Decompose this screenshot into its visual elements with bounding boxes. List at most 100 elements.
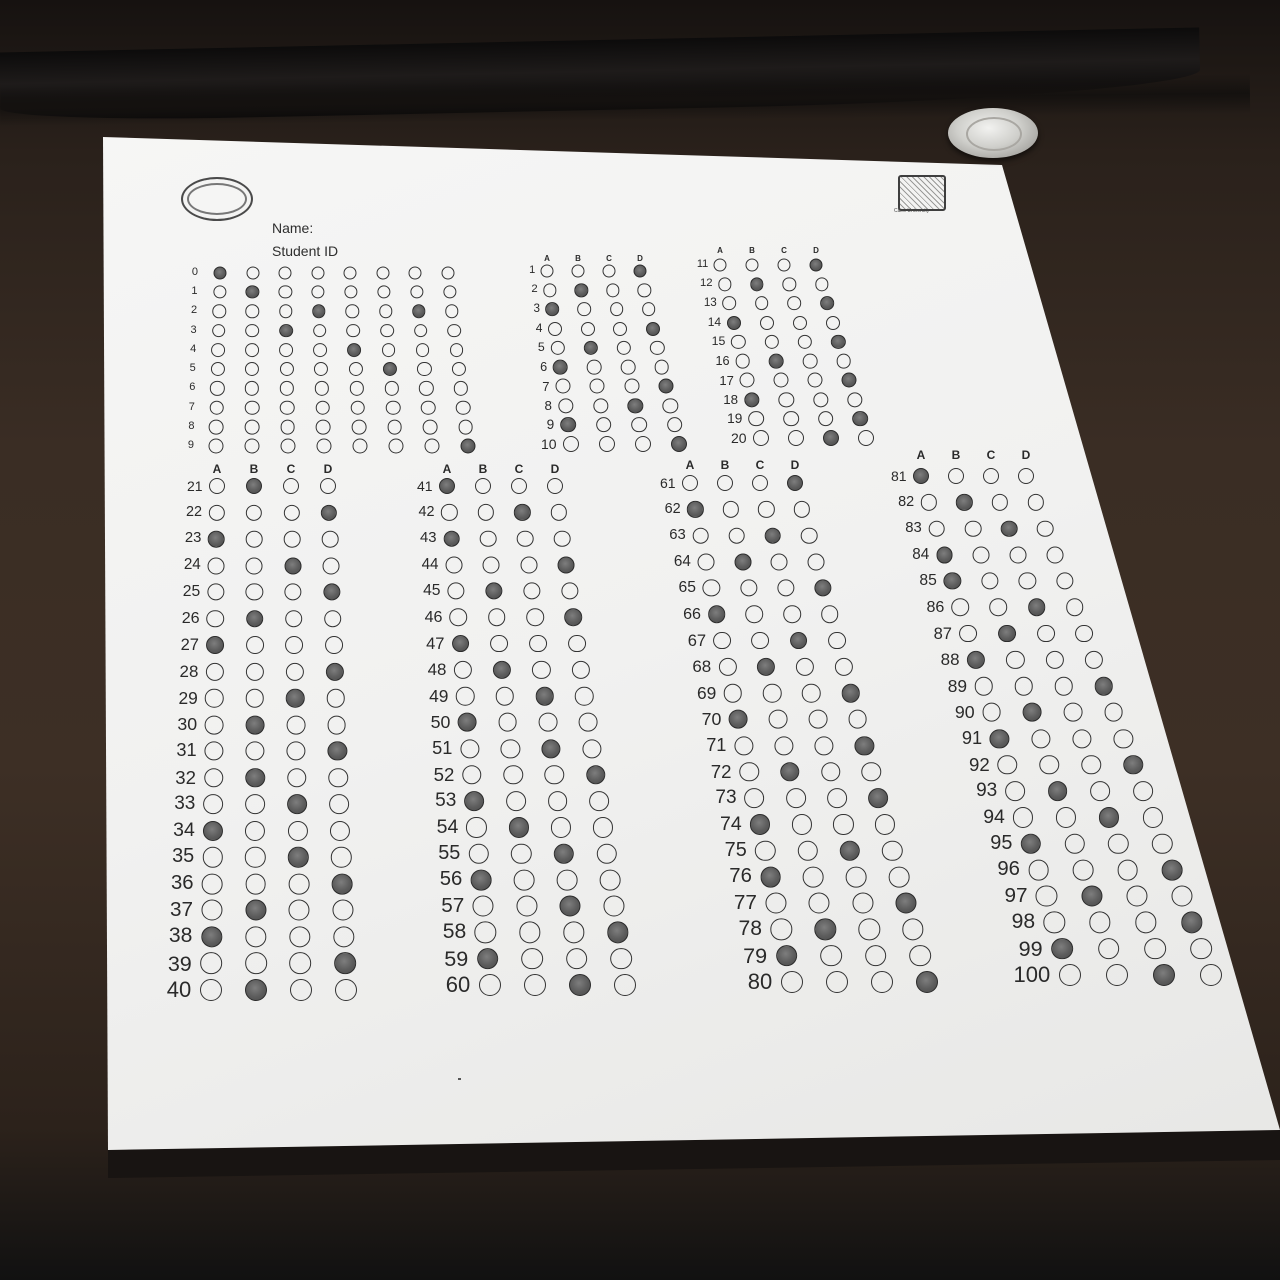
answer-bubble[interactable] — [717, 475, 733, 491]
answer-bubble[interactable] — [1081, 885, 1103, 907]
id-bubble[interactable] — [347, 342, 362, 357]
answer-bubble[interactable] — [802, 353, 818, 369]
answer-bubble[interactable] — [208, 530, 225, 548]
id-bubble[interactable] — [313, 342, 328, 357]
answer-bubble[interactable] — [802, 683, 821, 703]
answer-bubble[interactable] — [827, 788, 847, 809]
id-bubble[interactable] — [244, 419, 260, 435]
answer-bubble[interactable] — [1022, 702, 1042, 722]
answer-bubble[interactable] — [624, 378, 640, 394]
answer-bubble[interactable] — [841, 372, 857, 388]
answer-bubble[interactable] — [722, 296, 736, 311]
answer-bubble[interactable] — [610, 947, 633, 970]
answer-bubble[interactable] — [569, 974, 591, 996]
answer-bubble[interactable] — [739, 372, 755, 388]
answer-bubble[interactable] — [1171, 885, 1193, 907]
answer-bubble[interactable] — [852, 892, 874, 914]
answer-bubble[interactable] — [800, 527, 818, 544]
answer-bubble[interactable] — [1035, 885, 1057, 907]
id-bubble[interactable] — [312, 323, 327, 338]
answer-bubble[interactable] — [1046, 546, 1064, 564]
answer-bubble[interactable] — [820, 605, 839, 624]
answer-bubble[interactable] — [200, 979, 222, 1001]
answer-bubble[interactable] — [748, 410, 765, 427]
answer-bubble[interactable] — [765, 892, 787, 914]
answer-bubble[interactable] — [735, 353, 751, 369]
id-bubble[interactable] — [315, 419, 331, 435]
answer-bubble[interactable] — [841, 683, 860, 703]
id-bubble[interactable] — [213, 266, 227, 280]
answer-bubble[interactable] — [723, 683, 743, 703]
answer-bubble[interactable] — [827, 631, 846, 650]
answer-bubble[interactable] — [245, 979, 267, 1001]
answer-bubble[interactable] — [565, 947, 588, 970]
answer-bubble[interactable] — [1097, 937, 1120, 960]
id-bubble[interactable] — [376, 266, 389, 280]
answer-bubble[interactable] — [744, 788, 765, 809]
answer-bubble[interactable] — [1200, 964, 1222, 986]
answer-bubble[interactable] — [620, 359, 636, 375]
answer-bubble[interactable] — [577, 302, 592, 317]
answer-bubble[interactable] — [511, 478, 527, 494]
id-bubble[interactable] — [420, 400, 436, 415]
answer-bubble[interactable] — [836, 353, 852, 369]
id-bubble[interactable] — [346, 323, 361, 338]
answer-bubble[interactable] — [547, 478, 563, 494]
answer-bubble[interactable] — [283, 478, 299, 494]
answer-bubble[interactable] — [936, 546, 953, 564]
answer-bubble[interactable] — [334, 952, 356, 975]
answer-bubble[interactable] — [1028, 859, 1049, 881]
answer-bubble[interactable] — [245, 688, 265, 708]
answer-bubble[interactable] — [545, 302, 560, 317]
answer-bubble[interactable] — [286, 715, 306, 735]
answer-bubble[interactable] — [948, 468, 964, 484]
answer-bubble[interactable] — [470, 869, 492, 891]
answer-bubble[interactable] — [209, 478, 225, 494]
answer-bubble[interactable] — [495, 686, 515, 706]
answer-bubble[interactable] — [245, 715, 265, 735]
id-bubble[interactable] — [447, 323, 462, 338]
id-bubble[interactable] — [381, 342, 396, 357]
answer-bubble[interactable] — [517, 530, 534, 547]
answer-bubble[interactable] — [529, 634, 548, 653]
answer-bubble[interactable] — [283, 530, 301, 548]
answer-bubble[interactable] — [589, 791, 610, 812]
answer-bubble[interactable] — [713, 258, 727, 272]
answer-bubble[interactable] — [1094, 676, 1114, 696]
answer-bubble[interactable] — [554, 530, 571, 547]
id-bubble[interactable] — [279, 323, 293, 338]
answer-bubble[interactable] — [982, 702, 1001, 722]
answer-bubble[interactable] — [578, 712, 598, 732]
answer-bubble[interactable] — [201, 873, 223, 895]
answer-bubble[interactable] — [888, 866, 910, 888]
answer-bubble[interactable] — [1117, 859, 1138, 881]
answer-bubble[interactable] — [472, 895, 494, 917]
id-bubble[interactable] — [280, 438, 296, 454]
answer-bubble[interactable] — [1014, 676, 1034, 696]
answer-bubble[interactable] — [728, 527, 746, 544]
answer-bubble[interactable] — [553, 359, 568, 375]
answer-bubble[interactable] — [713, 631, 732, 650]
id-bubble[interactable] — [245, 323, 260, 338]
answer-bubble[interactable] — [540, 264, 554, 278]
answer-bubble[interactable] — [959, 624, 977, 643]
id-bubble[interactable] — [316, 438, 332, 454]
answer-bubble[interactable] — [479, 974, 501, 996]
answer-bubble[interactable] — [575, 686, 594, 706]
answer-bubble[interactable] — [762, 683, 782, 703]
answer-bubble[interactable] — [734, 553, 752, 571]
answer-bubble[interactable] — [803, 866, 824, 888]
answer-bubble[interactable] — [895, 892, 917, 914]
answer-bubble[interactable] — [555, 378, 571, 394]
answer-bubble[interactable] — [845, 866, 867, 888]
answer-bubble[interactable] — [203, 794, 224, 815]
id-bubble[interactable] — [424, 438, 440, 454]
answer-bubble[interactable] — [556, 869, 578, 891]
answer-bubble[interactable] — [951, 598, 969, 617]
answer-bubble[interactable] — [538, 712, 558, 732]
answer-bubble[interactable] — [868, 788, 889, 809]
id-bubble[interactable] — [456, 400, 471, 415]
answer-bubble[interactable] — [445, 556, 463, 574]
answer-bubble[interactable] — [1090, 781, 1111, 802]
id-bubble[interactable] — [278, 266, 292, 280]
